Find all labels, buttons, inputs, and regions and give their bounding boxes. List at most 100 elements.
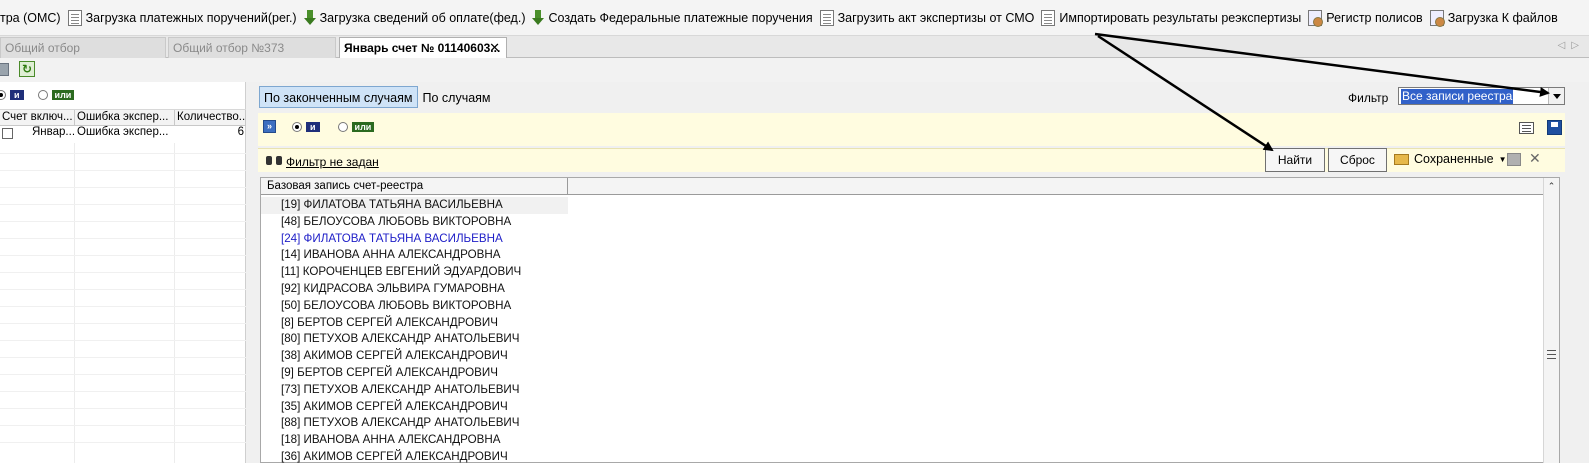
records-list: [19] ФИЛАТОВА ТАТЬЯНА ВАСИЛЬЕВНА [48] БЕ…: [261, 197, 1541, 463]
case-mode-tabs: По законченным случаям По случаям: [259, 86, 496, 108]
vertical-scrollbar[interactable]: ⌃: [1543, 178, 1559, 463]
table-row[interactable]: [9] БЕРТОВ СЕРГЕЙ АЛЕКСАНДРОВИЧ: [261, 365, 568, 382]
toolbar-item-load-k-files[interactable]: Загрузка К файлов: [1427, 5, 1562, 31]
download-icon: [532, 9, 545, 26]
grid-view-icon[interactable]: [1519, 122, 1534, 134]
table-row[interactable]: [50] БЕЛОУСОВА ЛЮБОВЬ ВИКТОРОВНА: [261, 298, 568, 315]
table-row[interactable]: [24] ФИЛАТОВА ТАТЬЯНА ВАСИЛЬЕВНА: [261, 231, 568, 248]
radio-and[interactable]: [292, 122, 302, 132]
table-row[interactable]: Январ... Ошибка экспер... 6: [0, 126, 246, 142]
filter-status-link[interactable]: Фильтр не задан: [286, 155, 379, 169]
close-icon[interactable]: ✕: [489, 40, 500, 56]
table-row[interactable]: [8] БЕРТОВ СЕРГЕЙ АЛЕКСАНДРОВИЧ: [261, 315, 568, 332]
toolbar-item-label: тра (ОМС): [0, 10, 61, 25]
divider: [0, 408, 246, 409]
divider: [0, 442, 246, 443]
expand-icon[interactable]: »: [263, 120, 276, 133]
divider: [0, 289, 246, 290]
scroll-grip-icon[interactable]: [1547, 350, 1556, 359]
table-row[interactable]: [35] АКИМОВ СЕРГЕЙ АЛЕКСАНДРОВИЧ: [261, 399, 568, 416]
divider: [0, 221, 246, 222]
tab-label: Январь счет № 01140603...: [344, 41, 501, 55]
or-badge: или: [51, 90, 75, 100]
binoculars-icon: [266, 155, 282, 166]
table-row[interactable]: [88] ПЕТУХОВ АЛЕКСАНДР АНАТОЛЬЕВИЧ: [261, 415, 568, 432]
left-panel: и или Счет включ... Ошибка экспер... Кол…: [0, 82, 246, 463]
chevron-down-icon[interactable]: [1548, 88, 1564, 104]
tab-january-invoice[interactable]: Январь счет № 01140603... ✕: [339, 37, 507, 59]
filter-label: Фильтр: [1348, 91, 1389, 105]
tab-cases[interactable]: По случаям: [418, 86, 496, 108]
table-row[interactable]: [38] АКИМОВ СЕРГЕЙ АЛЕКСАНДРОВИЧ: [261, 348, 568, 365]
toolbar-item-load-payment-orders[interactable]: Загрузка платежных поручений(рег.): [65, 5, 301, 31]
toolbar-item-import-reexpertise[interactable]: Импортировать результаты реэкспертизы: [1038, 5, 1305, 31]
divider: [0, 272, 246, 273]
chevron-down-icon: ▼: [1498, 154, 1507, 164]
tab-general-selection[interactable]: Общий отбор: [0, 37, 166, 58]
find-button[interactable]: Найти: [1265, 148, 1325, 172]
or-badge: или: [351, 122, 375, 132]
chevron-up-icon[interactable]: ⌃: [1544, 178, 1559, 194]
right-panel: По законченным случаям По случаям Фильтр…: [255, 82, 1589, 463]
toolbar-item-label: Загрузка К файлов: [1447, 10, 1558, 25]
table-cell: Ошибка экспер...: [77, 126, 169, 138]
document-icon: [1041, 9, 1056, 26]
table-row[interactable]: [73] ПЕТУХОВ АЛЕКСАНДР АНАТОЛЬЕВИЧ: [261, 382, 568, 399]
table-row[interactable]: [36] АКИМОВ СЕРГЕЙ АЛЕКСАНДРОВИЧ: [261, 449, 568, 463]
save-icon[interactable]: [0, 63, 9, 76]
divider: [0, 391, 246, 392]
toolbar-item-policy-registry[interactable]: Регистр полисов: [1305, 5, 1426, 31]
radio-or[interactable]: [37, 90, 48, 100]
table-row[interactable]: [80] ПЕТУХОВ АЛЕКСАНДР АНАТОЛЬЕВИЧ: [261, 331, 568, 348]
divider: [0, 238, 246, 239]
row-checkbox[interactable]: [2, 128, 13, 139]
toolbar-item-create-federal-orders[interactable]: Создать Федеральные платежные поручения: [529, 5, 816, 31]
records-grid: Базовая запись счет-реестра [19] ФИЛАТОВ…: [260, 177, 1560, 463]
table-row[interactable]: [11] КОРОЧЕНЦЕВ ЕВГЕНИЙ ЭДУАРДОВИЧ: [261, 264, 568, 281]
toolbar-item-oms[interactable]: тра (ОМС): [0, 5, 65, 31]
logic-selector: и или: [292, 122, 375, 132]
logic-selector: и или: [0, 87, 75, 103]
divider: [0, 340, 246, 341]
folder-icon: [1394, 153, 1409, 165]
refresh-icon[interactable]: ↻: [19, 61, 35, 77]
toolbar-item-label: Импортировать результаты реэкспертизы: [1059, 10, 1302, 25]
divider: [0, 255, 246, 256]
toolbar-item-load-expertise-act[interactable]: Загрузить акт экспертизы от СМО: [817, 5, 1039, 31]
table-row[interactable]: [92] КИДРАСОВА ЭЛЬВИРА ГУМАРОВНА: [261, 281, 568, 298]
divider: [0, 170, 246, 171]
toolbar-item-label: Загрузить акт экспертизы от СМО: [837, 10, 1035, 25]
filter-select[interactable]: Все записи реестра: [1398, 87, 1565, 105]
toolbar-item-label: Регистр полисов: [1326, 10, 1423, 25]
document-icon: [819, 9, 834, 26]
column-header[interactable]: Счет включ...: [0, 110, 75, 125]
table-row[interactable]: [18] ИВАНОВА АННА АЛЕКСАНДРОВНА: [261, 432, 568, 449]
save-icon[interactable]: [1547, 120, 1562, 135]
table-row[interactable]: [14] ИВАНОВА АННА АЛЕКСАНДРОВНА: [261, 247, 568, 264]
toolbar-item-label: Создать Федеральные платежные поручения: [548, 10, 813, 25]
saved-filters-dropdown[interactable]: Сохраненные ▼: [1394, 152, 1507, 166]
grid-lines: [0, 143, 246, 463]
divider: [0, 323, 246, 324]
table-row[interactable]: [19] ФИЛАТОВА ТАТЬЯНА ВАСИЛЬЕВНА: [261, 197, 568, 214]
divider: [0, 306, 246, 307]
column-header[interactable]: Ошибка экспер...: [75, 110, 175, 125]
filter-settings-icon[interactable]: [1507, 153, 1521, 166]
tab-general-selection-373[interactable]: Общий отбор №373: [168, 37, 336, 58]
toolbar-item-label: Загрузка сведений об оплате(фед.): [319, 10, 526, 25]
toolbar-item-load-payment-info[interactable]: Загрузка сведений об оплате(фед.): [301, 5, 530, 31]
reset-button[interactable]: Сброс: [1328, 148, 1387, 172]
left-grid: Счет включ... Ошибка экспер... Количеств…: [0, 109, 246, 142]
column-header[interactable]: Базовая запись счет-реестра: [261, 178, 568, 194]
radio-and[interactable]: [0, 90, 6, 100]
tab-scroll-arrows-icon[interactable]: ◁▷: [1558, 40, 1585, 51]
filter-select-value: Все записи реестра: [1401, 89, 1514, 104]
and-badge: и: [306, 122, 320, 132]
close-icon[interactable]: ✕: [1529, 150, 1541, 167]
table-row[interactable]: [48] БЕЛОУСОВА ЛЮБОВЬ ВИКТОРОВНА: [261, 214, 568, 231]
divider: [0, 425, 246, 426]
column-header[interactable]: Количество...: [175, 110, 246, 125]
main-toolbar: тра (ОМС) Загрузка платежных поручений(р…: [0, 0, 1589, 36]
radio-or[interactable]: [337, 122, 348, 132]
tab-completed-cases[interactable]: По законченным случаям: [259, 86, 418, 108]
